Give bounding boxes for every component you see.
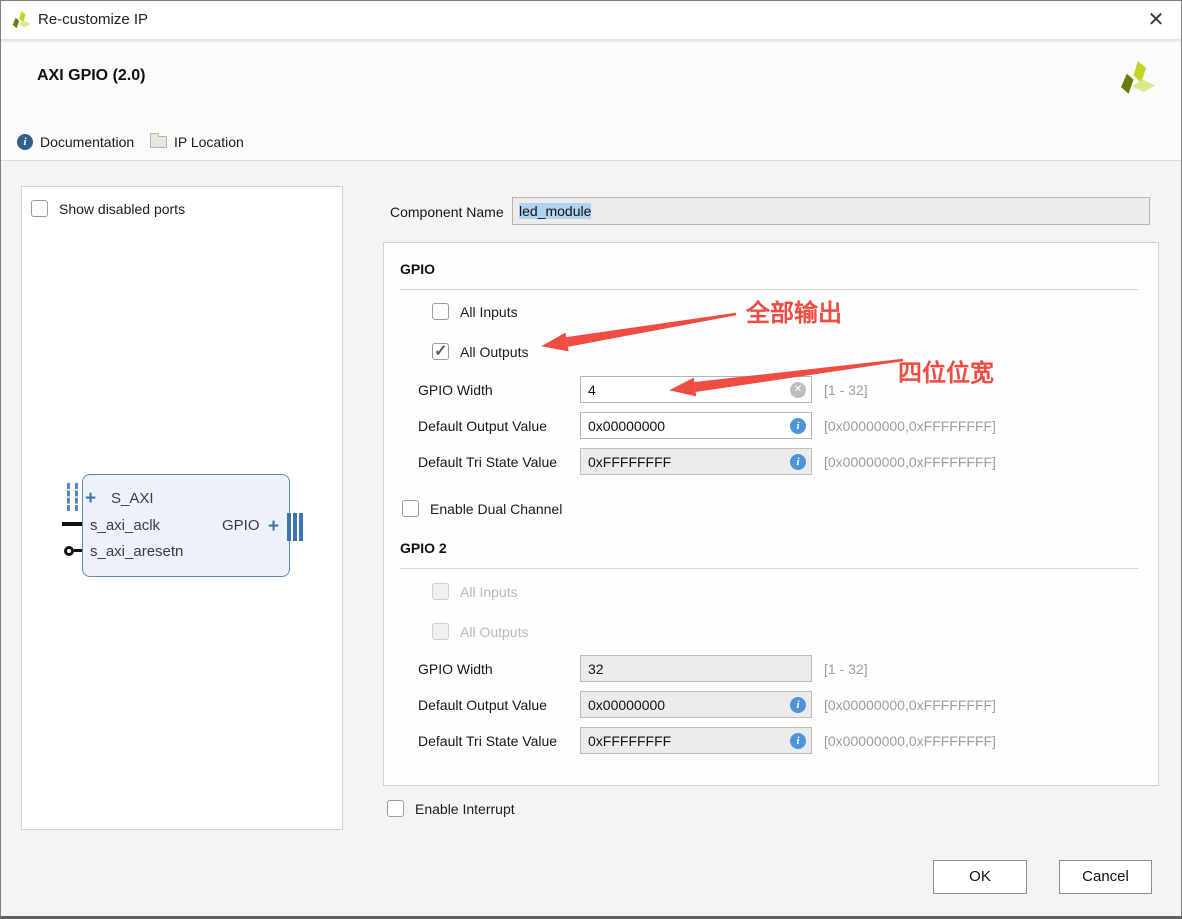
title-bar: Re-customize IP ✕ [1, 1, 1181, 41]
window-title: Re-customize IP [38, 11, 148, 28]
gpio2-default-tri-field: i [580, 727, 812, 754]
ip-symbol-panel: Show disabled ports + S_AXI s_axi_aclk s… [21, 186, 343, 830]
recustomize-ip-dialog: Re-customize IP ✕ AXI GPIO (2.0) i Docum… [0, 0, 1182, 919]
info-icon[interactable]: i [790, 418, 806, 434]
gpio2-all-inputs-checkbox [432, 583, 449, 600]
aclk-port-stub [62, 522, 83, 526]
gpio-default-tri-label: Default Tri State Value [418, 454, 557, 470]
show-disabled-ports-row: Show disabled ports [31, 200, 185, 217]
gpio-default-output-hint: [0x00000000,0xFFFFFFFF] [824, 418, 996, 434]
gpio-width-input[interactable] [581, 377, 811, 402]
documentation-info-icon: i [17, 134, 33, 150]
component-name-value: led_module [519, 203, 591, 219]
gpio2-width-field [580, 655, 812, 682]
gpio2-width-hint: [1 - 32] [824, 661, 868, 677]
gpio-interface-stub [287, 513, 303, 541]
gpio2-width-label: GPIO Width [418, 661, 493, 677]
enable-dual-channel-label: Enable Dual Channel [430, 501, 562, 517]
gpio2-default-output-hint: [0x00000000,0xFFFFFFFF] [824, 697, 996, 713]
gpio-default-output-label: Default Output Value [418, 418, 547, 434]
cancel-button[interactable]: Cancel [1059, 860, 1152, 894]
gpio-all-outputs-checkbox[interactable]: ✓ [432, 343, 449, 360]
enable-interrupt-label: Enable Interrupt [415, 801, 515, 817]
gpio2-section-title: GPIO 2 [400, 540, 447, 556]
info-icon[interactable]: i [790, 697, 806, 713]
gpio-all-outputs-label: All Outputs [460, 344, 528, 360]
check-icon: ✓ [434, 341, 447, 361]
enable-dual-channel-row: Enable Dual Channel [402, 500, 562, 517]
gpio2-all-outputs-row: All Outputs [432, 623, 528, 640]
gpio-all-outputs-row: ✓ All Outputs [432, 343, 528, 360]
gpio2-all-outputs-checkbox [432, 623, 449, 640]
gpio-expand-icon[interactable]: + [268, 517, 279, 536]
ip-location-label: IP Location [174, 134, 244, 150]
gpio2-default-output-field: i [580, 691, 812, 718]
gpio-section-divider [400, 289, 1138, 290]
xilinx-logo [1116, 57, 1162, 103]
gpio-default-output-field: i [580, 412, 812, 439]
folder-icon [150, 136, 167, 148]
gpio2-all-inputs-label: All Inputs [460, 584, 518, 600]
gpio-port-label: GPIO [222, 517, 260, 534]
close-icon[interactable]: ✕ [1144, 8, 1168, 32]
s-axi-label: S_AXI [111, 490, 154, 507]
gpio2-all-inputs-row: All Inputs [432, 583, 518, 600]
gpio2-default-tri-hint: [0x00000000,0xFFFFFFFF] [824, 733, 996, 749]
enable-dual-channel-checkbox[interactable] [402, 500, 419, 517]
s-axi-interface-stub [67, 483, 78, 511]
enable-interrupt-row: Enable Interrupt [387, 800, 515, 817]
show-disabled-ports-checkbox[interactable] [31, 200, 48, 217]
gpio-all-inputs-row: All Inputs [432, 303, 518, 320]
show-disabled-ports-label: Show disabled ports [59, 201, 185, 217]
gpio2-section-divider [400, 568, 1138, 569]
gpio-width-field: ✕ [580, 376, 812, 403]
info-icon[interactable]: i [790, 454, 806, 470]
documentation-link[interactable]: i Documentation [17, 133, 134, 151]
ok-button[interactable]: OK [933, 860, 1027, 894]
gpio2-all-outputs-label: All Outputs [460, 624, 528, 640]
gpio-config-groupbox: GPIO All Inputs ✓ All Outputs GPIO Width… [383, 242, 1159, 786]
gpio-section-title: GPIO [400, 261, 435, 277]
aresetn-port-ring [64, 546, 74, 556]
enable-interrupt-checkbox[interactable] [387, 800, 404, 817]
clear-icon[interactable]: ✕ [790, 382, 806, 398]
s-axi-aclk-label: s_axi_aclk [90, 517, 160, 534]
gpio2-default-output-input [581, 692, 811, 717]
component-name-label: Component Name [390, 204, 504, 220]
documentation-label: Documentation [40, 134, 134, 150]
gpio2-default-tri-input [581, 728, 811, 753]
dialog-header: AXI GPIO (2.0) i Documentation IP Locati… [1, 43, 1181, 161]
s-axi-aresetn-label: s_axi_aresetn [90, 543, 183, 560]
gpio-width-hint: [1 - 32] [824, 382, 868, 398]
gpio-default-tri-field: i [580, 448, 812, 475]
ip-title: AXI GPIO (2.0) [37, 67, 145, 85]
info-icon[interactable]: i [790, 733, 806, 749]
gpio-all-inputs-label: All Inputs [460, 304, 518, 320]
gpio-all-inputs-checkbox[interactable] [432, 303, 449, 320]
gpio-default-tri-input [581, 449, 811, 474]
ip-location-link[interactable]: IP Location [150, 133, 244, 151]
component-name-input[interactable]: led_module [512, 197, 1150, 225]
gpio2-width-input [581, 656, 811, 681]
xilinx-logo-icon [10, 9, 34, 33]
gpio2-default-output-label: Default Output Value [418, 697, 547, 713]
gpio-default-tri-hint: [0x00000000,0xFFFFFFFF] [824, 454, 996, 470]
gpio-default-output-input[interactable] [581, 413, 811, 438]
gpio-width-label: GPIO Width [418, 382, 493, 398]
s-axi-expand-icon[interactable]: + [85, 489, 96, 508]
gpio2-default-tri-label: Default Tri State Value [418, 733, 557, 749]
